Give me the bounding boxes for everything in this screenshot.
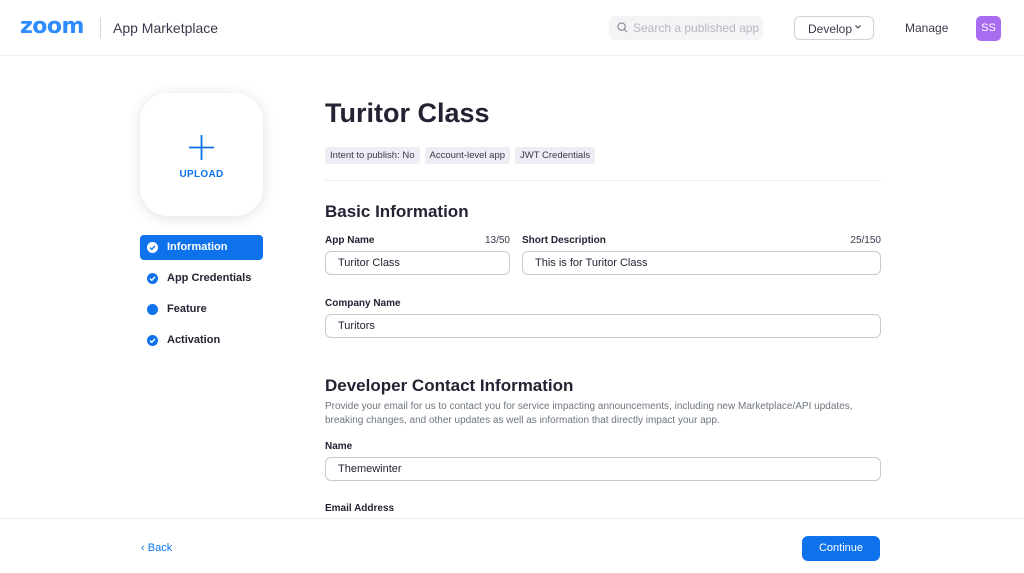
- back-label: Back: [147, 542, 173, 554]
- developer-contact-description: Provide your email for us to contact you…: [325, 401, 853, 426]
- tag-intent: Intent to publish: No: [325, 147, 420, 164]
- zoom-logo[interactable]: zoom: [20, 14, 84, 39]
- plus-icon: [189, 135, 214, 160]
- step-label: Information: [167, 241, 228, 253]
- check-circle-icon: [147, 242, 158, 253]
- short-description-count: 25/150: [850, 235, 881, 246]
- chevron-left-icon: ‹: [141, 542, 148, 554]
- app-name-count: 13/50: [484, 235, 510, 246]
- continue-button[interactable]: Continue: [802, 536, 880, 561]
- developer-contact-heading: Developer Contact Information: [325, 376, 574, 395]
- footer-bar: ‹ Back Continue: [0, 518, 1024, 573]
- back-button[interactable]: ‹ Back: [141, 542, 172, 554]
- step-label: App Credentials: [167, 272, 252, 284]
- app-name-input[interactable]: Turitor Class: [325, 251, 510, 275]
- user-avatar[interactable]: SS: [976, 16, 1001, 41]
- check-circle-icon: [147, 335, 158, 346]
- divider: [325, 180, 881, 181]
- page-title: Turitor Class: [325, 98, 490, 128]
- dot-circle-icon: [147, 304, 158, 315]
- company-name-input[interactable]: Turitors: [325, 314, 881, 338]
- step-label: Feature: [167, 303, 207, 315]
- app-tags: Intent to publish: No Account-level app …: [325, 147, 596, 164]
- upload-icon-button[interactable]: UPLOAD: [140, 93, 263, 216]
- top-header: zoom App Marketplace Develop Manage SS: [0, 0, 1024, 56]
- step-activation[interactable]: Activation: [140, 328, 263, 353]
- app-marketplace-link[interactable]: App Marketplace: [113, 20, 218, 36]
- search-box[interactable]: [609, 16, 763, 40]
- chevron-down-icon: [855, 25, 861, 29]
- short-description-label: Short Description: [522, 235, 606, 246]
- app-name-label: App Name: [325, 235, 375, 246]
- step-app-credentials[interactable]: App Credentials: [140, 266, 263, 291]
- company-name-label: Company Name: [325, 298, 401, 309]
- step-information[interactable]: Information: [140, 235, 263, 260]
- tag-account-level: Account-level app: [424, 147, 511, 164]
- develop-dropdown[interactable]: Develop: [794, 16, 874, 40]
- search-icon: [617, 22, 628, 33]
- step-feature[interactable]: Feature: [140, 297, 263, 322]
- step-nav: Information App Credentials Feature Acti…: [140, 235, 263, 359]
- name-label: Name: [325, 441, 353, 452]
- name-input[interactable]: Themewinter: [325, 457, 881, 481]
- check-circle-icon: [147, 273, 158, 284]
- step-label: Activation: [167, 334, 221, 346]
- manage-link[interactable]: Manage: [905, 21, 948, 35]
- logo-divider: [100, 18, 101, 38]
- tag-jwt: JWT Credentials: [515, 147, 596, 164]
- email-address-label: Email Address: [325, 503, 395, 514]
- short-description-input[interactable]: This is for Turitor Class: [522, 251, 881, 275]
- basic-info-heading: Basic Information: [325, 202, 469, 221]
- search-input[interactable]: [633, 16, 759, 40]
- develop-label: Develop: [808, 22, 853, 36]
- upload-label: UPLOAD: [179, 169, 224, 180]
